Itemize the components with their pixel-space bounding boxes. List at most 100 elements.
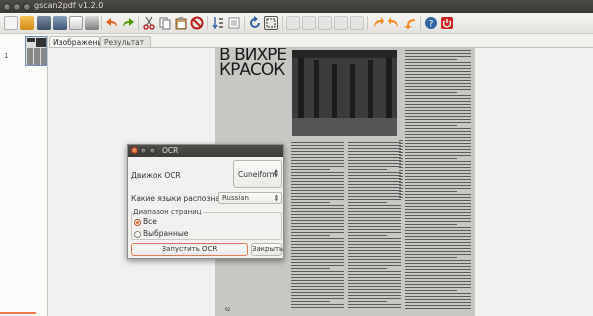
page-text-line (405, 194, 471, 195)
page-text-line (405, 176, 471, 177)
page-text-line (405, 167, 471, 168)
page-icon[interactable] (350, 16, 364, 30)
window-titlebar: gscan2pdf v1.2.0 (0, 0, 593, 13)
range-selected-radio[interactable] (134, 231, 141, 238)
page-text-line (405, 218, 471, 219)
tab-ocr-result[interactable]: Результат OCR (100, 36, 151, 58)
page-text-line (348, 277, 401, 278)
page-text-line (399, 188, 403, 189)
rotate-right-icon[interactable] (403, 16, 417, 30)
renumber-icon[interactable] (211, 16, 225, 30)
new-icon[interactable] (4, 16, 18, 30)
page-text-line (291, 211, 344, 212)
select-all-icon[interactable] (227, 16, 241, 30)
cut-icon[interactable] (142, 16, 156, 30)
range-all-radio[interactable] (134, 219, 141, 226)
page-text-line (348, 172, 401, 173)
page-text-line (399, 143, 403, 144)
email-icon[interactable] (69, 16, 83, 30)
page-text-line (291, 301, 330, 302)
page-text-line (291, 217, 344, 218)
thumbnail-panel[interactable]: 1 (0, 35, 48, 316)
page-text-line (291, 193, 344, 194)
page-text-line (405, 215, 471, 216)
redo-icon[interactable] (121, 16, 135, 30)
view-tabs: Изображение Результат OCR (48, 35, 593, 58)
page-text-line (348, 211, 401, 212)
page-text-line (405, 65, 471, 66)
page-text-line (291, 208, 344, 209)
page-text-line (348, 169, 387, 170)
engine-select[interactable]: Cuneiform ▲ ▼ (233, 160, 282, 188)
dialog-close-icon[interactable] (131, 147, 138, 154)
rotate-180-icon[interactable] (387, 16, 401, 30)
page-text-line (405, 122, 471, 123)
zoom-out-icon[interactable] (302, 16, 316, 30)
help-icon[interactable]: ? (424, 16, 438, 30)
page-text-line (348, 274, 401, 275)
undo-icon[interactable] (105, 16, 119, 30)
page-text-line (348, 253, 401, 254)
heading-line-2: КРАСОК (219, 60, 285, 80)
page-text-line (405, 248, 471, 249)
open-icon[interactable] (20, 16, 34, 30)
page-text-line (291, 286, 344, 287)
page-text-line (399, 185, 403, 186)
toolbar: ? (0, 13, 593, 34)
scan-icon[interactable] (37, 16, 51, 30)
rotate-left-icon[interactable] (371, 16, 385, 30)
page-text-line (291, 244, 344, 245)
page-text-line (291, 304, 344, 305)
range-selected-label[interactable]: Выбранные (143, 229, 188, 238)
page-text-line (405, 50, 471, 51)
page-text-line (291, 178, 344, 179)
copy-icon[interactable] (158, 16, 172, 30)
crop-icon[interactable] (264, 16, 278, 30)
zoom-100-icon[interactable] (334, 16, 348, 30)
dialog-maximize-icon[interactable] (149, 147, 156, 154)
rotate-icon[interactable] (248, 16, 262, 30)
close-button[interactable]: Закрыть (251, 243, 283, 256)
page-text-line (405, 107, 471, 108)
delete-icon[interactable] (190, 16, 204, 30)
page-text-line (348, 163, 401, 164)
page-text-line (348, 223, 401, 224)
page-text-line (405, 221, 471, 222)
page-text-line (291, 166, 344, 167)
language-select[interactable]: Russian ▲ ▼ (218, 192, 282, 204)
page-text-line (348, 241, 401, 242)
page-text-line (348, 268, 387, 269)
language-value: Russian (222, 194, 249, 202)
page-text-line (405, 71, 471, 72)
page-text-line (348, 187, 401, 188)
tab-image[interactable]: Изображение (49, 36, 107, 47)
page-text-line (348, 307, 401, 308)
print-icon[interactable] (85, 16, 99, 30)
page-text-line (405, 254, 471, 255)
zoom-in-icon[interactable] (286, 16, 300, 30)
window-minimize-button[interactable] (13, 3, 21, 11)
page-text-line (291, 154, 344, 155)
page-text-line (405, 206, 471, 207)
range-all-label[interactable]: Все (143, 217, 157, 226)
page-text-line (291, 199, 344, 200)
page-text-line (405, 272, 471, 273)
page-text-line (405, 245, 471, 246)
page-text-line (399, 167, 403, 168)
page-text-line (291, 265, 344, 266)
zoom-fit-icon[interactable] (318, 16, 332, 30)
page-text-line (291, 274, 344, 275)
paste-icon[interactable] (174, 16, 188, 30)
dialog-minimize-icon[interactable] (140, 147, 147, 154)
quit-icon[interactable] (440, 16, 454, 30)
window-maximize-button[interactable] (23, 3, 31, 11)
page-text-line (405, 275, 471, 276)
window-close-button[interactable] (3, 3, 11, 11)
page-text-line (348, 298, 401, 299)
page-thumbnail[interactable] (25, 36, 47, 66)
save-icon[interactable] (53, 16, 67, 30)
page-range-label: Диапазон страниц (132, 208, 203, 216)
run-ocr-button[interactable]: Запустить OCR (131, 243, 248, 256)
page-text-line (348, 250, 401, 251)
page-text-line (291, 160, 344, 161)
